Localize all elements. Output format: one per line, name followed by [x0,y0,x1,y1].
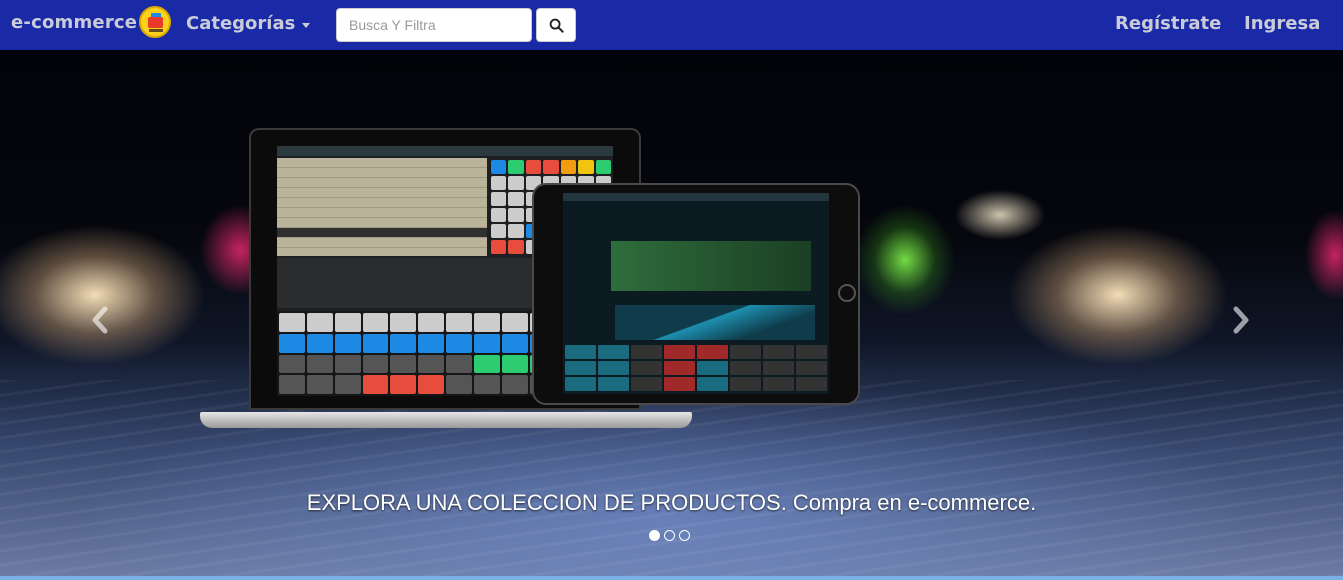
register-link[interactable]: Regístrate [1115,13,1221,34]
search-input[interactable] [336,8,532,42]
search-button[interactable] [536,8,576,42]
carousel-indicators [649,530,690,541]
login-link[interactable]: Ingresa [1244,13,1320,34]
navbar: e-commerce Categorías Regístrate Ingresa [0,0,1343,50]
carousel-indicator-3[interactable] [679,530,690,541]
carousel-indicator-1[interactable] [649,530,660,541]
hero-carousel: EXPLORA UNA COLECCION DE PRODUCTOS. Comp… [0,50,1343,580]
search-icon [549,18,564,33]
section-divider [0,576,1343,580]
chevron-right-icon [1233,306,1249,334]
tablet-screen-app [563,193,829,394]
caret-down-icon [302,22,311,28]
categories-dropdown[interactable]: Categorías [186,13,311,34]
laptop-base [200,412,692,428]
floor-reflection [0,380,1343,580]
cart-computer-logo-icon[interactable] [139,6,171,38]
brand-link[interactable]: e-commerce [11,12,137,33]
carousel-caption: EXPLORA UNA COLECCION DE PRODUCTOS. Comp… [306,490,1037,515]
tablet-home-button [838,284,856,302]
carousel-indicator-2[interactable] [664,530,675,541]
carousel-prev-control[interactable] [86,300,114,340]
categories-label: Categorías [186,13,296,34]
chevron-left-icon [92,306,108,334]
carousel-next-control[interactable] [1227,300,1255,340]
